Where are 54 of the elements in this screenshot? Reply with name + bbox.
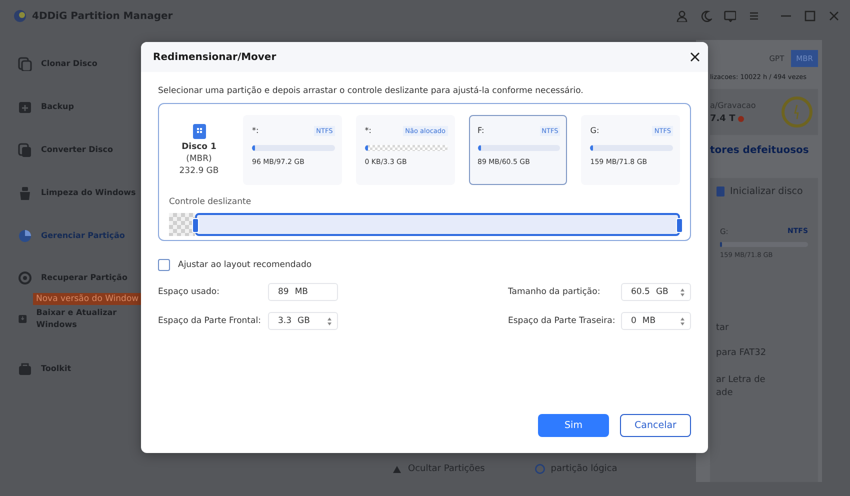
checkbox[interactable] bbox=[158, 259, 170, 271]
instruction-text: Selecionar uma partição e depois arrastar o controle deslizante para ajustá-la conforme necessário. bbox=[158, 86, 584, 96]
warning-dot-icon bbox=[738, 116, 744, 122]
field-label: Espaço usado: bbox=[158, 287, 220, 297]
backup-icon bbox=[18, 100, 32, 114]
download-icon bbox=[18, 312, 28, 326]
initialize-disk-button[interactable]: Inicializar disco bbox=[716, 186, 812, 197]
app-logo-icon bbox=[14, 10, 26, 22]
free-space-block bbox=[169, 213, 195, 236]
disk-name: Disco 1 bbox=[182, 140, 216, 152]
sidebar-item[interactable]: Recuperar Partição bbox=[18, 263, 140, 293]
spin-field[interactable]: 0 MB bbox=[621, 312, 691, 330]
spinner-arrows-icon bbox=[327, 316, 332, 326]
toolkit-icon bbox=[18, 362, 32, 376]
dialog-title: Redimensionar/Mover bbox=[153, 52, 276, 62]
confirm-button[interactable]: Sim bbox=[538, 414, 609, 437]
cancel-button[interactable]: Cancelar bbox=[620, 414, 691, 437]
health-value: 7.4 T bbox=[710, 114, 736, 124]
checkbox-label: Ajustar ao layout recomendado bbox=[178, 260, 312, 270]
recover-icon bbox=[18, 271, 32, 285]
new-version-badge[interactable]: Nova versão do Window bbox=[33, 293, 142, 305]
spinner-arrows-icon bbox=[680, 288, 685, 296]
right-handle[interactable] bbox=[676, 218, 683, 233]
sidebar-item[interactable]: Backup bbox=[18, 85, 140, 128]
field-label: Espaço da Parte Frontal: bbox=[158, 316, 262, 326]
slider-label: Controle deslizante bbox=[169, 197, 252, 207]
user-icon[interactable] bbox=[676, 10, 688, 22]
spin-field[interactable]: 60.5 GB bbox=[621, 283, 691, 301]
disk-size: 232.9 GB bbox=[179, 164, 219, 176]
clean-icon bbox=[18, 186, 32, 200]
partition-action[interactable]: tar bbox=[716, 323, 812, 333]
partition-action[interactable]: para FAT32 bbox=[716, 347, 778, 360]
bad-sectors-link[interactable]: tores defeituosos bbox=[710, 145, 818, 156]
maximize-icon[interactable] bbox=[804, 10, 816, 22]
partition-name: G: bbox=[590, 126, 600, 136]
disk-type: (MBR) bbox=[186, 152, 212, 164]
field-label: Espaço da Parte Traseira: bbox=[508, 316, 616, 326]
moon-icon[interactable] bbox=[700, 10, 712, 22]
health-ring-icon bbox=[780, 95, 814, 129]
close-icon[interactable] bbox=[690, 52, 700, 62]
partition-name: *: bbox=[364, 126, 372, 136]
input-field[interactable]: 89 MB bbox=[268, 283, 338, 301]
partition-action[interactable]: ar Letra de ade bbox=[716, 374, 778, 400]
field-label: Tamanho da partição: bbox=[508, 287, 602, 297]
clone-icon bbox=[18, 56, 32, 70]
chat-icon[interactable] bbox=[724, 10, 736, 22]
sidebar-item[interactable]: Gerenciar Partição bbox=[18, 214, 140, 257]
pie-icon bbox=[18, 228, 32, 242]
menu-icon[interactable] bbox=[748, 10, 760, 22]
spinner-arrows-icon bbox=[680, 316, 685, 326]
convert-icon bbox=[18, 142, 32, 156]
partition-name: F: bbox=[478, 126, 484, 136]
spin-field[interactable]: 3.3 GB bbox=[268, 312, 338, 330]
partition-name: *: bbox=[252, 126, 259, 136]
